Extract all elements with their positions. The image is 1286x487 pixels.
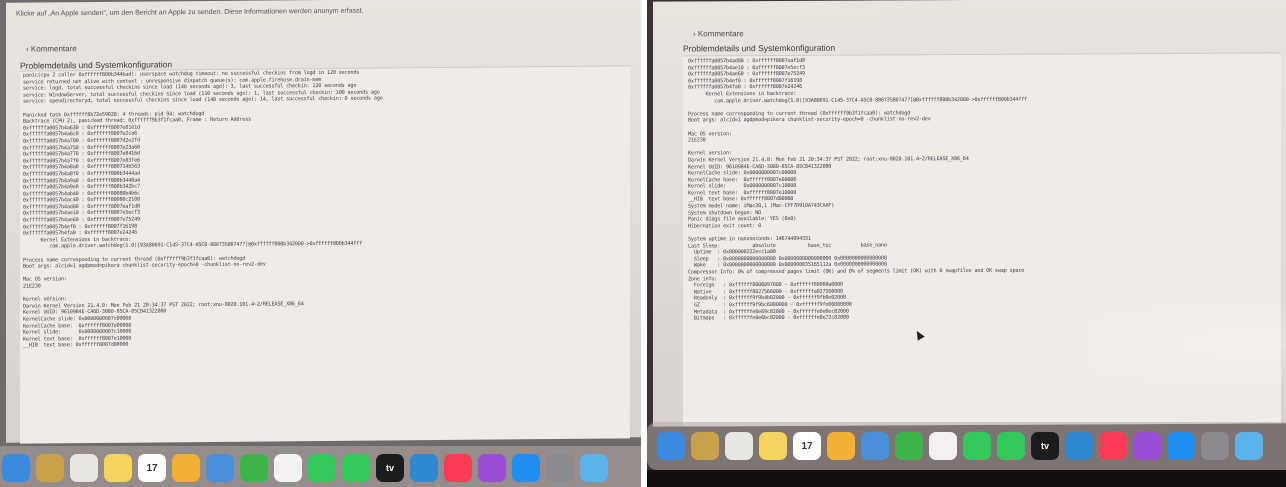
facetime-icon[interactable] bbox=[308, 454, 336, 482]
stickies-icon[interactable] bbox=[172, 454, 200, 482]
numbers-icon[interactable] bbox=[240, 454, 268, 482]
messages-icon[interactable] bbox=[997, 432, 1025, 460]
comments-label: Kommentare bbox=[30, 44, 77, 54]
dock: 17 tv bbox=[647, 422, 1286, 470]
comments-label: Kommentare bbox=[697, 29, 744, 39]
launchpad-icon[interactable] bbox=[36, 454, 64, 482]
facetime-icon[interactable] bbox=[963, 432, 991, 460]
report-text-area[interactable]: panic(cpu 2 caller 0xffffff800b344bad): … bbox=[20, 65, 630, 444]
keynote-icon[interactable] bbox=[1065, 432, 1093, 460]
preview-icon[interactable] bbox=[206, 454, 234, 482]
notes-icon[interactable] bbox=[759, 432, 787, 460]
appletv-label: tv bbox=[1040, 441, 1049, 451]
send-to-apple-note: Klicke auf „An Apple senden“, um den Ber… bbox=[16, 7, 364, 18]
music-icon[interactable] bbox=[444, 454, 472, 482]
calendar-label: 17 bbox=[146, 462, 158, 474]
systemprefs-icon[interactable] bbox=[1201, 432, 1229, 460]
finder-icon[interactable] bbox=[657, 432, 685, 460]
notes-icon[interactable] bbox=[104, 454, 132, 482]
appletv-icon[interactable]: tv bbox=[376, 454, 404, 482]
comments-disclosure[interactable]: › Kommentare bbox=[693, 29, 744, 38]
folder-icon[interactable] bbox=[1235, 432, 1263, 460]
crash-report-window: › Kommentare Problemdetails und Systemko… bbox=[653, 0, 1286, 427]
safari-icon[interactable] bbox=[725, 432, 753, 460]
panic-log-text: 0xffffffa0057b4ad00 : 0xffffff8007eaf1d8… bbox=[688, 57, 1028, 322]
appstore-icon[interactable] bbox=[1167, 432, 1195, 460]
right-photo: › Kommentare Problemdetails und Systemko… bbox=[647, 0, 1286, 487]
systemprefs-icon[interactable] bbox=[546, 454, 574, 482]
numbers-icon[interactable] bbox=[895, 432, 923, 460]
stickies-icon[interactable] bbox=[827, 432, 855, 460]
calendar-label: 17 bbox=[801, 440, 813, 452]
messages-icon[interactable] bbox=[342, 454, 370, 482]
calendar-icon[interactable]: 17 bbox=[793, 432, 821, 460]
photos-icon[interactable] bbox=[274, 454, 302, 482]
keynote-icon[interactable] bbox=[410, 454, 438, 482]
screen-glare bbox=[1086, 303, 1286, 385]
finder-icon[interactable] bbox=[2, 454, 30, 482]
monitor-bezel bbox=[647, 470, 1286, 487]
left-photo: Klicke auf „An Apple senden“, um den Ber… bbox=[0, 0, 641, 487]
preview-icon[interactable] bbox=[861, 432, 889, 460]
disclosure-chevron-icon: › bbox=[26, 44, 29, 54]
podcasts-icon[interactable] bbox=[1133, 432, 1161, 460]
mouse-pointer-icon bbox=[913, 328, 925, 341]
crash-report-window: Klicke auf „An Apple senden“, um den Ber… bbox=[6, 0, 641, 444]
dock: 17 tv bbox=[0, 446, 641, 487]
appstore-icon[interactable] bbox=[512, 454, 540, 482]
podcasts-icon[interactable] bbox=[478, 454, 506, 482]
folder-icon[interactable] bbox=[580, 454, 608, 482]
photos-icon[interactable] bbox=[929, 432, 957, 460]
calendar-icon[interactable]: 17 bbox=[138, 454, 166, 482]
launchpad-icon[interactable] bbox=[691, 432, 719, 460]
safari-icon[interactable] bbox=[70, 454, 98, 482]
appletv-label: tv bbox=[385, 463, 394, 473]
music-icon[interactable] bbox=[1099, 432, 1127, 460]
comments-disclosure[interactable]: › Kommentare bbox=[26, 44, 77, 53]
details-heading: Problemdetails und Systemkonfiguration bbox=[683, 42, 836, 54]
panic-log-text: panic(cpu 2 caller 0xffffff800b344bad): … bbox=[23, 69, 383, 349]
disclosure-chevron-icon: › bbox=[693, 29, 696, 39]
appletv-icon[interactable]: tv bbox=[1031, 432, 1059, 460]
